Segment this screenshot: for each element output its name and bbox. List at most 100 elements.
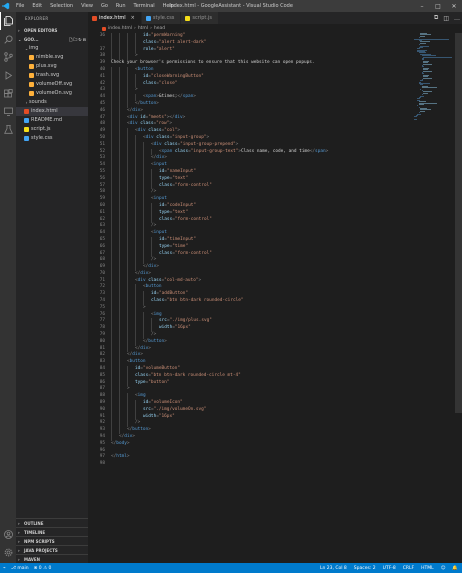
section-java-projects[interactable]: › JAVA PROJECTS bbox=[16, 545, 88, 554]
open-editors-section[interactable]: › OPEN EDITORS bbox=[16, 26, 88, 35]
file-item[interactable]: trash.svg bbox=[16, 71, 88, 80]
line-text: type="time" bbox=[108, 243, 188, 251]
menu-item-file[interactable]: File bbox=[12, 0, 28, 12]
end-of-line[interactable]: CRLF bbox=[403, 566, 414, 571]
menu-item-edit[interactable]: Edit bbox=[28, 0, 46, 12]
section-npm-scripts[interactable]: › NPM SCRIPTS bbox=[16, 536, 88, 545]
token-punc: > bbox=[156, 100, 159, 106]
source-control-icon[interactable] bbox=[0, 48, 16, 66]
encoding[interactable]: UTF-8 bbox=[383, 566, 396, 571]
file-item[interactable]: index.html bbox=[16, 107, 88, 116]
token-tag: button bbox=[140, 100, 157, 106]
minimap[interactable] bbox=[414, 33, 454, 133]
manage-gear-icon[interactable] bbox=[0, 543, 16, 561]
explorer-icon[interactable] bbox=[0, 12, 16, 30]
token-str: "col" bbox=[164, 128, 178, 134]
menu-item-go[interactable]: Go bbox=[97, 0, 112, 12]
cursor-position[interactable]: Ln 23, Col 8 bbox=[320, 566, 347, 571]
close-window-icon[interactable]: ✕ bbox=[446, 0, 462, 12]
indentation[interactable]: Spaces: 2 bbox=[354, 566, 376, 571]
file-item[interactable]: volumeOff.svg bbox=[16, 80, 88, 89]
feedback-icon[interactable]: ☺ bbox=[441, 566, 446, 571]
more-actions-icon[interactable]: … bbox=[454, 15, 460, 22]
language-mode[interactable]: HTML bbox=[421, 566, 434, 571]
problems-indicator[interactable]: ⊗ 0 ⚠ 0 bbox=[34, 566, 52, 571]
remote-explorer-icon[interactable] bbox=[0, 102, 16, 120]
new-file-icon[interactable]: 🗋 bbox=[69, 35, 72, 44]
line-number: 67 bbox=[99, 250, 105, 256]
new-folder-icon[interactable]: 🗀 bbox=[73, 35, 77, 44]
indent-guide bbox=[119, 209, 120, 217]
menu-item-run[interactable]: Run bbox=[112, 0, 130, 12]
file-item[interactable]: nimble.svg bbox=[16, 53, 88, 62]
file-tree-label: trash.svg bbox=[36, 72, 60, 78]
scrollbar-thumb[interactable] bbox=[455, 33, 462, 413]
minimize-icon[interactable]: – bbox=[414, 0, 430, 12]
breadcrumb-item[interactable]: html bbox=[138, 26, 148, 31]
close-tab-icon[interactable]: × bbox=[131, 15, 135, 21]
indent-guide bbox=[111, 393, 112, 401]
tab-script-js[interactable]: script.js bbox=[181, 12, 219, 24]
collapse-all-icon[interactable]: ⊟ bbox=[83, 35, 86, 44]
testing-icon[interactable] bbox=[0, 120, 16, 138]
editor-scrollbar[interactable] bbox=[454, 33, 462, 563]
search-icon[interactable] bbox=[0, 30, 16, 48]
menu-item-terminal[interactable]: Terminal bbox=[130, 0, 159, 12]
code-line: 49 <div class="col"> bbox=[88, 128, 408, 135]
workspace-root-section[interactable]: ⌄ GOO... 🗋 🗀 ↻ ⊟ bbox=[16, 35, 88, 44]
section-maven[interactable]: › MAVEN bbox=[16, 554, 88, 563]
line-number: 49 bbox=[99, 128, 105, 134]
refresh-icon[interactable]: ↻ bbox=[78, 35, 81, 44]
menu-item-selection[interactable]: Selection bbox=[46, 0, 77, 12]
menu-item-view[interactable]: View bbox=[77, 0, 97, 12]
run-debug-icon[interactable] bbox=[0, 66, 16, 84]
file-item[interactable]: README.md bbox=[16, 116, 88, 125]
token-punc: > bbox=[126, 440, 130, 446]
line-number: 69 bbox=[99, 264, 105, 270]
indent-guide bbox=[151, 318, 152, 326]
account-icon[interactable] bbox=[0, 525, 16, 543]
indent-guide bbox=[119, 189, 120, 197]
indent-guide bbox=[119, 420, 120, 428]
split-editor-icon[interactable]: ⧉ bbox=[434, 14, 438, 22]
file-item[interactable]: script.js bbox=[16, 125, 88, 134]
token-attr: class bbox=[143, 39, 157, 45]
section-timeline[interactable]: › TIMELINE bbox=[16, 527, 88, 536]
indent-guide bbox=[135, 223, 136, 231]
maximize-icon[interactable]: □ bbox=[430, 0, 446, 12]
code-line: 94 </div> bbox=[88, 434, 408, 441]
indent-guide bbox=[127, 189, 128, 197]
line-number: 95 bbox=[99, 440, 105, 446]
line-text: src="./img/volumeOn.svg" bbox=[108, 406, 206, 414]
remote-indicator-icon[interactable]: ⌁ bbox=[3, 566, 6, 571]
indent-guide bbox=[111, 128, 112, 135]
token-punc: /> bbox=[151, 189, 157, 195]
code-editor[interactable]: 36 id="permWarning" class="alert alert-dar… bbox=[88, 33, 408, 563]
section-outline[interactable]: › OUTLINE bbox=[16, 518, 88, 527]
tab-index-html[interactable]: index.html × bbox=[88, 12, 142, 24]
indent-guide bbox=[135, 39, 136, 47]
breadcrumb-item[interactable]: head bbox=[154, 26, 165, 31]
extensions-icon[interactable] bbox=[0, 84, 16, 102]
tab-style-css[interactable]: style.css bbox=[141, 12, 182, 24]
indent-guide bbox=[119, 304, 120, 312]
indent-guide bbox=[143, 332, 144, 339]
indent-guide bbox=[143, 202, 144, 210]
token-punc: /> bbox=[151, 332, 157, 338]
token-tag: html bbox=[116, 454, 127, 460]
token-punc: /> bbox=[135, 420, 141, 426]
file-item[interactable]: style.css bbox=[16, 134, 88, 143]
file-item[interactable]: volumeOn.svg bbox=[16, 89, 88, 98]
branch-name: main bbox=[17, 565, 29, 571]
indent-guide bbox=[135, 236, 136, 244]
token-str: "nameInput" bbox=[166, 168, 197, 174]
breadcrumb-item[interactable]: index.html bbox=[108, 26, 132, 31]
folder-item[interactable]: ⌄ img bbox=[16, 44, 88, 53]
indent-guide bbox=[143, 189, 144, 197]
file-item[interactable]: plus.svg bbox=[16, 62, 88, 71]
folder-item[interactable]: › sounds bbox=[16, 98, 88, 107]
notifications-bell-icon[interactable]: 🔔 bbox=[452, 566, 458, 571]
menu-item-help[interactable]: Help bbox=[159, 0, 178, 12]
split-right-icon[interactable]: ◫ bbox=[443, 15, 449, 22]
branch-indicator[interactable]: ⎇ main bbox=[11, 566, 29, 571]
